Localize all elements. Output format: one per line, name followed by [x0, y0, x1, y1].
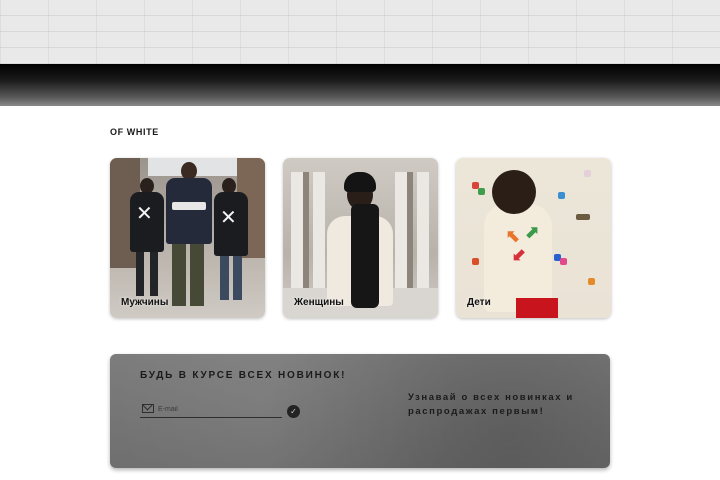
- man-hoodie: [166, 178, 212, 244]
- man-leg: [136, 252, 144, 296]
- subscribe-submit-button[interactable]: ✓: [287, 405, 300, 418]
- email-input[interactable]: [158, 403, 278, 415]
- man-leg: [190, 244, 204, 306]
- column-shadow: [407, 172, 413, 292]
- column: [417, 172, 429, 292]
- wall-toy: [478, 188, 485, 195]
- newsletter-title: БУДЬ В КУРСЕ ВСЕХ НОВИНОК!: [140, 370, 347, 381]
- newsletter-banner: БУДЬ В КУРСЕ ВСЕХ НОВИНОК! ✓ Узнавай о в…: [110, 354, 610, 468]
- wall-toy: [472, 258, 479, 265]
- hero-brick-wall: [0, 0, 720, 64]
- category-card-women[interactable]: Женщины: [283, 158, 438, 318]
- mail-icon: [142, 404, 154, 413]
- man-leg: [150, 252, 158, 296]
- column: [313, 172, 325, 292]
- wall-toy: [576, 214, 590, 220]
- column: [395, 172, 407, 292]
- man-leg: [172, 244, 186, 306]
- wall-toy: [558, 192, 565, 199]
- woman-scarf: [351, 204, 379, 308]
- arrow-logo-icon: ⬈: [524, 222, 540, 242]
- arrow-logo-icon: ✕: [136, 203, 153, 225]
- category-card-kids[interactable]: ⬉ ⬈ ⬋ Дети: [456, 158, 611, 318]
- category-label: Женщины: [294, 297, 344, 308]
- supreme-logo: [172, 202, 206, 210]
- category-label: Дети: [467, 297, 491, 308]
- kid-pants: [516, 298, 558, 318]
- man-leg: [220, 256, 229, 300]
- arrow-logo-icon: ⬋: [512, 244, 528, 264]
- man-leg: [233, 256, 242, 300]
- check-icon: ✓: [290, 407, 297, 416]
- arrow-logo-icon: ✕: [220, 207, 237, 229]
- wall-toy: [588, 278, 595, 285]
- category-cards: ✕ ✕ Мужчины Женщины ⬉ ⬈ ⬋ Дети: [110, 158, 611, 318]
- section-title: OF WHITE: [110, 127, 159, 137]
- email-field: [140, 403, 282, 418]
- newsletter-description: Узнавай о всех новинках и распродажах пе…: [408, 392, 574, 417]
- category-card-men[interactable]: ✕ ✕ Мужчины: [110, 158, 265, 318]
- wall-toy: [560, 258, 567, 265]
- page: OF WHITE ✕ ✕ Мужчины Женщины ⬉ ⬈ ⬋ Дети …: [0, 0, 720, 480]
- hero-dark-band: [0, 64, 720, 106]
- kid-head: [492, 170, 536, 214]
- column-shadow: [303, 172, 309, 292]
- category-label: Мужчины: [121, 297, 169, 308]
- wall-toy: [584, 170, 591, 177]
- woman-beanie: [344, 172, 376, 192]
- column: [291, 172, 303, 292]
